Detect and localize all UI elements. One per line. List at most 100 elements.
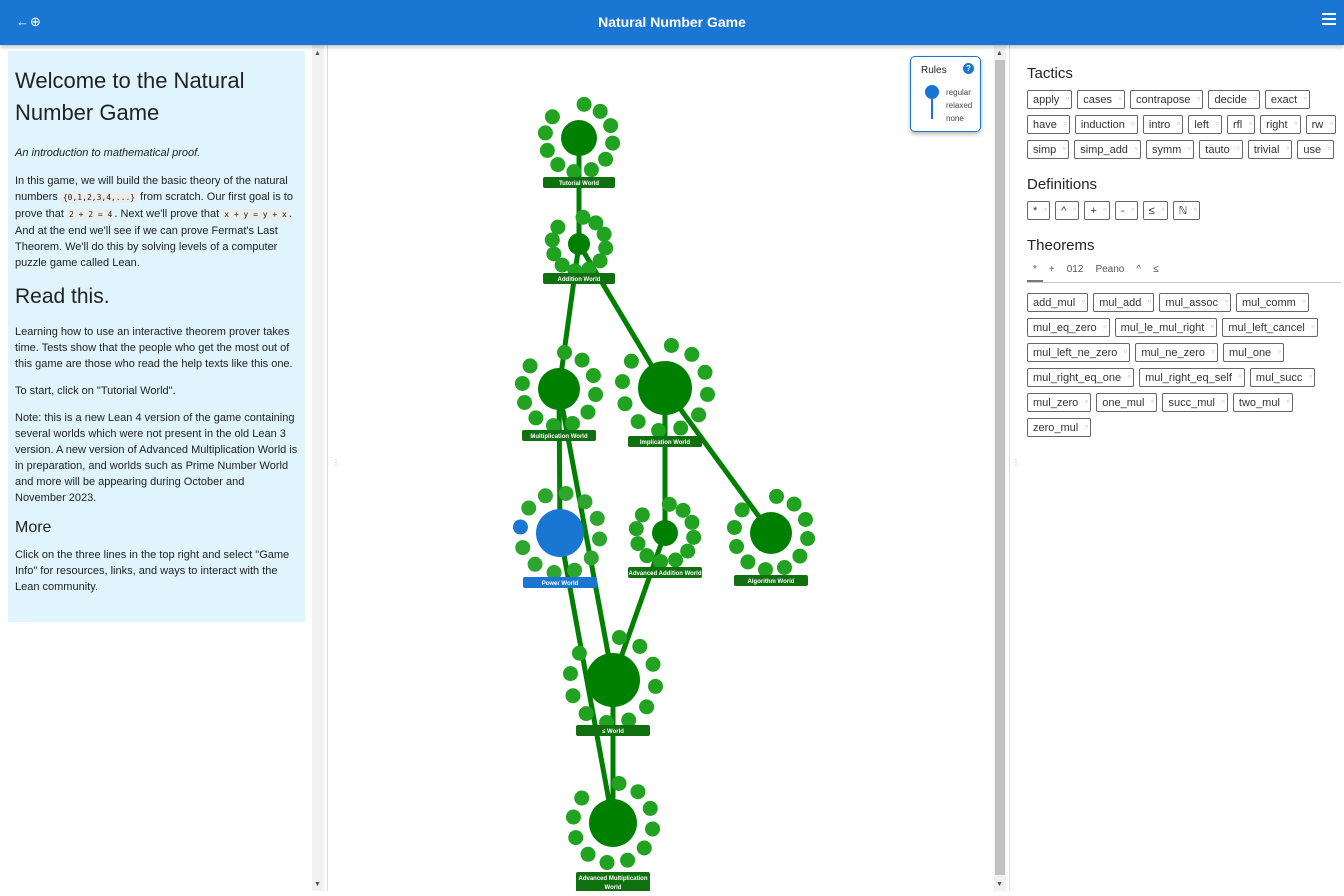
level-node[interactable] (585, 367, 601, 383)
level-node[interactable] (517, 395, 533, 411)
level-node[interactable] (639, 548, 655, 564)
level-node[interactable] (574, 352, 590, 368)
level-node[interactable] (668, 552, 684, 568)
level-node[interactable] (632, 638, 648, 654)
level-node[interactable] (521, 500, 537, 516)
theorem-chip[interactable]: two_mul ○ (1232, 393, 1293, 412)
theorem-tab[interactable]: ^ (1130, 260, 1147, 282)
level-node[interactable] (592, 531, 608, 547)
level-node[interactable] (636, 840, 652, 856)
definition-chip[interactable]: + ○ (1084, 201, 1110, 220)
level-node[interactable] (566, 164, 582, 180)
level-node[interactable] (740, 554, 756, 570)
world-node-le[interactable] (586, 653, 640, 707)
theorem-chip[interactable]: mul_ne_zero ○ (1135, 343, 1218, 362)
level-node[interactable] (661, 496, 677, 512)
resize-handle[interactable]: ⋮ (332, 458, 340, 467)
definition-chip[interactable]: ℕ ○ (1172, 201, 1201, 220)
level-node[interactable] (611, 629, 627, 645)
level-node[interactable] (680, 543, 696, 559)
rules-selector[interactable]: Rules ? regular relaxed none (910, 56, 981, 132)
level-node[interactable] (550, 219, 566, 235)
level-node[interactable] (797, 511, 813, 527)
level-node[interactable] (544, 232, 560, 248)
theorem-chip[interactable]: one_mul ○ (1096, 393, 1158, 412)
world-node-tutorial[interactable] (561, 120, 597, 156)
tactic-chip[interactable]: induction ○ (1074, 115, 1138, 134)
theorem-tab[interactable]: ≤ (1147, 260, 1165, 282)
theorem-chip[interactable]: succ_mul ○ (1162, 393, 1228, 412)
theorem-chip[interactable]: mul_right_eq_one ○ (1027, 368, 1135, 387)
theorem-chip[interactable]: zero_mul ○ (1027, 418, 1092, 437)
level-node[interactable] (729, 539, 745, 555)
level-node[interactable] (588, 387, 604, 403)
tactic-chip[interactable]: apply ○ (1027, 90, 1073, 109)
level-node[interactable] (578, 706, 594, 722)
level-node[interactable] (769, 488, 785, 504)
level-node[interactable] (539, 142, 555, 158)
theorem-tab[interactable]: + (1043, 260, 1061, 282)
theorem-chip[interactable]: mul_succ ○ (1249, 368, 1316, 387)
level-node[interactable] (673, 420, 689, 436)
level-node[interactable] (675, 502, 691, 518)
level-node[interactable] (592, 103, 608, 119)
theorem-tab[interactable]: * (1027, 260, 1043, 282)
level-node[interactable] (528, 410, 544, 426)
hamburger-menu-icon[interactable] (1322, 13, 1336, 27)
theorem-chip[interactable]: mul_comm ○ (1235, 293, 1309, 312)
level-node[interactable] (565, 415, 581, 431)
level-node[interactable] (575, 209, 591, 225)
level-node[interactable] (537, 488, 553, 504)
level-node[interactable] (634, 507, 650, 523)
level-node[interactable] (645, 656, 661, 672)
level-node[interactable] (603, 118, 619, 134)
rules-slider-track[interactable] (931, 97, 933, 119)
world-node-advmult[interactable] (589, 799, 637, 847)
rules-option[interactable]: relaxed (946, 99, 972, 112)
definition-chip[interactable]: ≤ ○ (1142, 201, 1168, 220)
theorem-chip[interactable]: mul_right_eq_self ○ (1139, 368, 1245, 387)
level-node[interactable] (546, 246, 562, 262)
level-node[interactable] (515, 540, 531, 556)
level-node[interactable] (645, 821, 661, 837)
level-node[interactable] (792, 548, 808, 564)
level-node[interactable] (648, 678, 664, 694)
level-node[interactable] (527, 556, 543, 572)
level-node[interactable] (576, 96, 592, 112)
level-node[interactable] (565, 809, 581, 825)
theorem-tab[interactable]: Peano (1089, 260, 1130, 282)
level-node[interactable] (583, 550, 599, 566)
level-node[interactable] (663, 337, 679, 353)
definition-chip[interactable]: * ○ (1027, 201, 1051, 220)
world-node-power[interactable] (536, 509, 584, 557)
tactic-chip[interactable]: contrapose ○ (1130, 90, 1204, 109)
tactic-chip[interactable]: use ○ (1297, 140, 1335, 159)
level-node[interactable] (557, 344, 573, 360)
level-node[interactable] (571, 645, 587, 661)
level-node[interactable] (684, 346, 700, 362)
tactic-chip[interactable]: right ○ (1260, 115, 1301, 134)
level-node[interactable] (697, 364, 713, 380)
tactic-chip[interactable]: left ○ (1188, 115, 1222, 134)
tactic-chip[interactable]: decide ○ (1208, 90, 1260, 109)
level-node[interactable] (639, 699, 655, 715)
intro-scrollbar[interactable]: ▲ ▼ (312, 45, 324, 891)
level-node[interactable] (614, 374, 630, 390)
level-node[interactable] (514, 375, 530, 391)
tactic-chip[interactable]: cases ○ (1077, 90, 1126, 109)
rules-option[interactable]: none (946, 112, 972, 125)
level-node[interactable] (623, 353, 639, 369)
level-node[interactable] (620, 852, 636, 868)
tactic-chip[interactable]: rw ○ (1305, 115, 1337, 134)
scrollbar-thumb[interactable] (995, 60, 1005, 875)
level-node[interactable] (522, 358, 538, 374)
level-node[interactable] (568, 830, 584, 846)
level-node[interactable] (686, 529, 702, 545)
level-node[interactable] (734, 502, 750, 518)
world-node-advaddition[interactable] (652, 520, 678, 546)
level-node[interactable] (757, 562, 773, 578)
level-node[interactable] (777, 559, 793, 575)
theorem-chip[interactable]: mul_one ○ (1222, 343, 1285, 362)
rules-option[interactable]: regular (946, 86, 972, 99)
tactic-chip[interactable]: have ○ (1027, 115, 1070, 134)
